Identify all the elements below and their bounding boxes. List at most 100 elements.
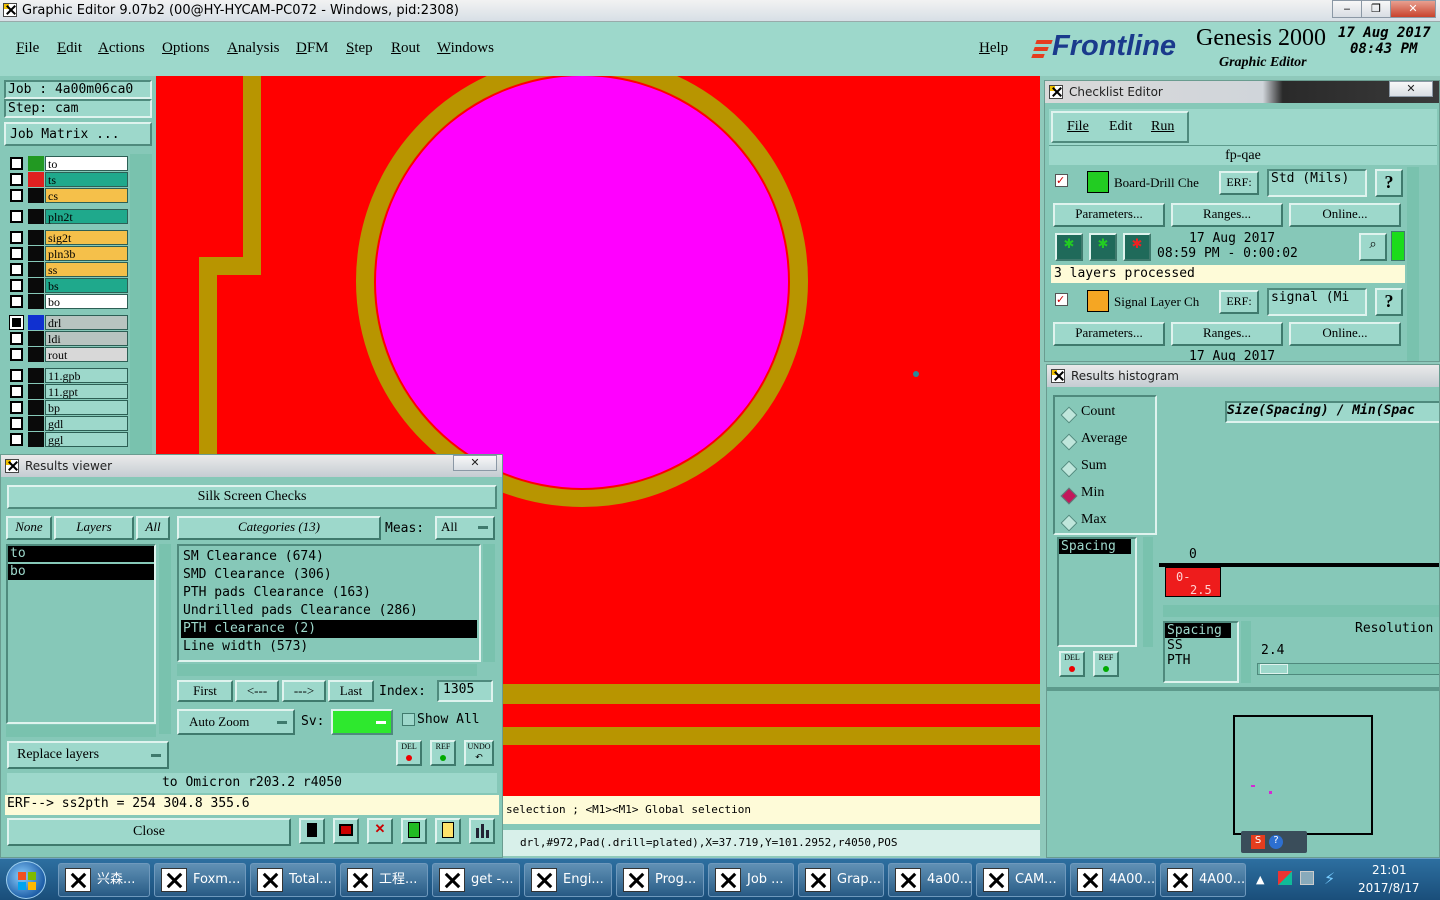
maximize-button[interactable]: ❐ <box>1361 0 1391 18</box>
layers-button[interactable]: Layers <box>54 516 134 540</box>
erf-button[interactable]: ERF: <box>1219 171 1259 195</box>
layer-color-swatch[interactable] <box>28 315 44 330</box>
menu-help[interactable]: Help <box>979 40 1008 57</box>
menu-rout[interactable]: Rout <box>391 40 420 57</box>
list-item[interactable]: Spacing <box>1165 623 1231 638</box>
layer-color-swatch[interactable] <box>28 209 44 224</box>
taskbar-item[interactable]: CAM... <box>976 863 1066 897</box>
show-all-checkbox[interactable] <box>402 713 415 726</box>
menu-edit[interactable]: Edit <box>57 40 82 57</box>
category-item[interactable]: PTH clearance (2) <box>181 620 477 638</box>
erf-button[interactable]: ERF: <box>1219 290 1259 314</box>
layer-color-swatch[interactable] <box>28 400 44 415</box>
layer-row[interactable]: ts <box>10 172 128 187</box>
layer-name[interactable]: bp <box>45 400 128 415</box>
layer-checkbox[interactable] <box>10 173 23 186</box>
category-item[interactable]: Line width (573) <box>181 638 477 656</box>
replace-layers-select[interactable]: Replace layers <box>7 741 169 769</box>
tray-network-icon[interactable] <box>1278 871 1292 885</box>
layer-checkbox[interactable] <box>10 433 23 446</box>
layer-color-swatch[interactable] <box>28 384 44 399</box>
close-viewer-button[interactable]: Close <box>7 818 291 846</box>
taskbar-item[interactable]: 4A00... <box>1070 863 1156 897</box>
job-matrix-button[interactable]: Job Matrix ... <box>4 122 152 146</box>
layer-name[interactable]: bo <box>45 294 128 309</box>
check-enable-checkbox[interactable]: ✓ <box>1055 174 1068 187</box>
layer-row[interactable]: ggl <box>10 432 128 447</box>
list-item[interactable]: SS <box>1165 638 1237 653</box>
help-button[interactable]: ? <box>1375 288 1403 316</box>
taskbar-item[interactable]: Foxm... <box>154 863 246 897</box>
categories-vscroll[interactable] <box>483 544 495 662</box>
layer-name[interactable]: cs <box>45 188 128 203</box>
first-button[interactable]: First <box>177 680 233 702</box>
layer-name[interactable]: 11.gpt <box>45 384 128 399</box>
layer-row[interactable]: cs <box>10 188 128 203</box>
layer-checkbox[interactable] <box>10 348 23 361</box>
last-button[interactable]: Last <box>328 680 374 702</box>
none-button[interactable]: None <box>6 516 52 540</box>
category-item[interactable]: SM Clearance (674) <box>181 548 477 566</box>
layer-color-swatch[interactable] <box>28 368 44 383</box>
erf-value[interactable]: signal (Mi <box>1267 288 1367 316</box>
tool-delete-icon[interactable]: ✕ <box>367 818 393 844</box>
clock-date[interactable]: 2017/8/17 <box>1358 881 1420 895</box>
taskbar-item[interactable]: Job ... <box>708 863 794 897</box>
taskbar-item[interactable]: 4a00... <box>888 863 972 897</box>
result-layer-item[interactable]: to <box>8 546 154 562</box>
menu-analysis[interactable]: Analysis <box>227 40 280 57</box>
taskbar-item[interactable]: Engi... <box>524 863 612 897</box>
layer-checkbox[interactable] <box>10 385 23 398</box>
layer-checkbox[interactable] <box>10 332 23 345</box>
overview-frame[interactable] <box>1233 715 1373 835</box>
histogram-bar[interactable]: 0- 2.5 <box>1165 567 1221 597</box>
slider-thumb[interactable] <box>1260 664 1288 674</box>
menu-windows[interactable]: Windows <box>437 40 494 57</box>
layer-name[interactable]: ldi <box>45 331 128 346</box>
radio-count[interactable] <box>1060 406 1078 424</box>
checklist-scrollbar[interactable] <box>1407 167 1419 361</box>
layer-name[interactable]: 11.gpb <box>45 368 128 383</box>
layer-checkbox[interactable] <box>10 417 23 430</box>
resolution-slider[interactable] <box>1257 663 1439 675</box>
undo-button[interactable]: UNDO ↶ <box>464 740 494 766</box>
menu-file[interactable]: File <box>16 40 39 57</box>
category-item[interactable]: PTH pads Clearance (163) <box>181 584 477 602</box>
layer-color-swatch[interactable] <box>28 156 44 171</box>
layer-checkbox[interactable] <box>10 231 23 244</box>
tray-arrow-icon[interactable]: ▲ <box>1256 873 1264 886</box>
layer-row[interactable]: sig2t <box>10 230 128 245</box>
layer-color-swatch[interactable] <box>28 347 44 362</box>
prev-button[interactable]: <--- <box>235 680 279 702</box>
radio-average[interactable] <box>1060 433 1078 451</box>
layer-row[interactable]: pln2t <box>10 209 128 224</box>
taskbar-item[interactable]: 4A00... <box>1160 863 1246 897</box>
layer-checkbox[interactable] <box>9 315 24 330</box>
layer-color-swatch[interactable] <box>28 230 44 245</box>
tray-volume-icon[interactable] <box>1300 871 1314 885</box>
close-button[interactable]: ✕ <box>1390 0 1436 18</box>
zoom-icon[interactable]: ⌕ <box>1359 233 1387 261</box>
layer-row[interactable]: to <box>10 156 128 171</box>
layer-color-swatch[interactable] <box>28 278 44 293</box>
layer-row[interactable]: bs <box>10 278 128 293</box>
layer-row[interactable]: gdl <box>10 416 128 431</box>
help-button[interactable]: ? <box>1375 169 1403 197</box>
tool-histogram-icon[interactable] <box>469 818 495 844</box>
layer-checkbox[interactable] <box>10 295 23 308</box>
parameters-button[interactable]: Parameters... <box>1053 203 1165 227</box>
histogram-hscroll[interactable] <box>1163 605 1439 617</box>
layer-color-swatch[interactable] <box>28 188 44 203</box>
categories-button[interactable]: Categories (13) <box>177 516 381 540</box>
layer-checkbox[interactable] <box>10 247 23 260</box>
layer-checkbox[interactable] <box>10 263 23 276</box>
tool-person-icon[interactable] <box>299 818 325 844</box>
list-item[interactable]: PTH <box>1165 653 1237 668</box>
online-button[interactable]: Online... <box>1289 322 1401 346</box>
layer-name[interactable]: bs <box>45 278 128 293</box>
layer-list-vscroll[interactable] <box>159 544 171 734</box>
taskbar-item[interactable]: Total... <box>250 863 336 897</box>
stop-icon[interactable]: ✱ <box>1123 233 1151 261</box>
auto-zoom-select[interactable]: Auto Zoom <box>177 709 295 735</box>
sv-color-select[interactable] <box>331 709 393 735</box>
